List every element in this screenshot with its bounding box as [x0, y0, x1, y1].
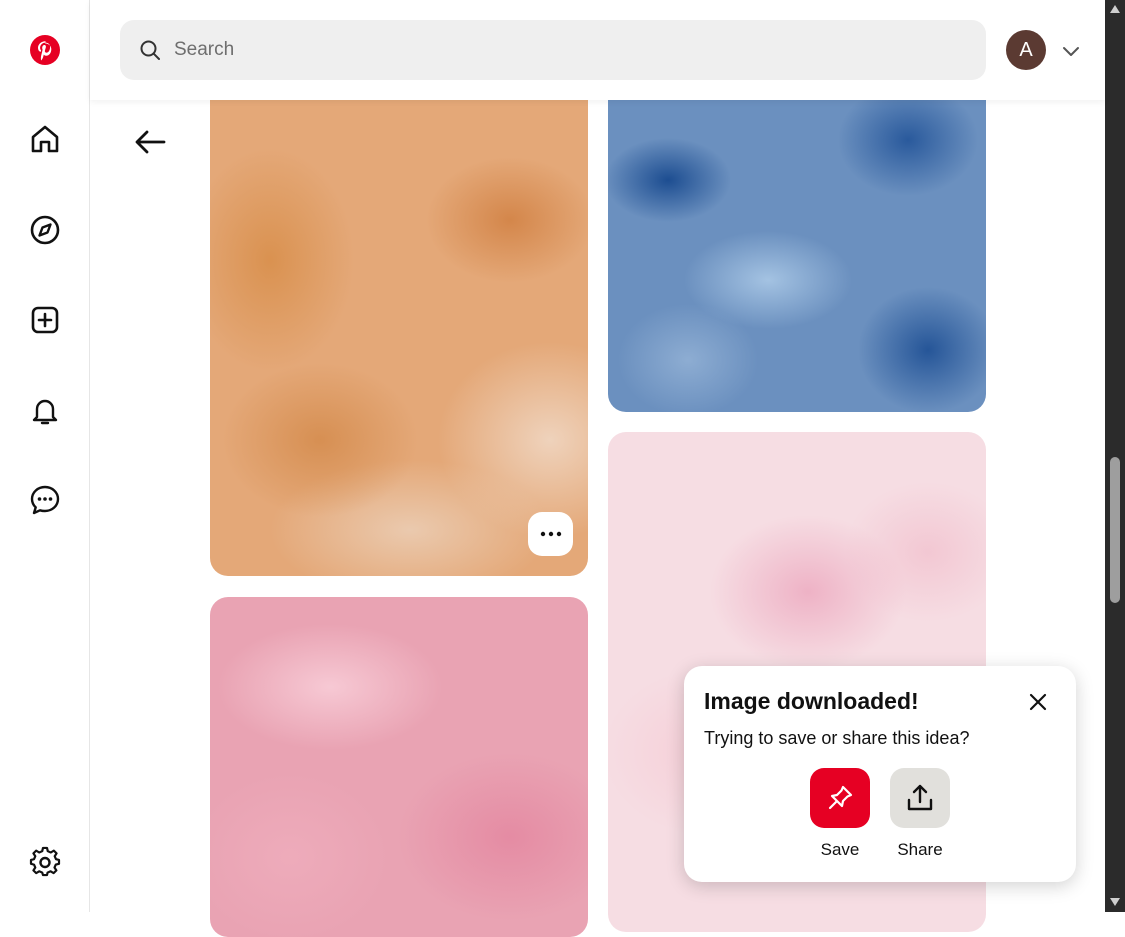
share-icon: [907, 784, 933, 811]
more-options-button[interactable]: [528, 512, 573, 556]
compass-icon: [30, 215, 60, 245]
back-arrow-icon[interactable]: [130, 122, 170, 162]
search-icon: [140, 40, 160, 60]
plus-square-icon: [31, 306, 59, 334]
toast-title: Image downloaded!: [704, 688, 919, 714]
save-label: Save: [820, 840, 860, 859]
search-input[interactable]: [172, 38, 956, 62]
share-button[interactable]: Share: [890, 768, 950, 860]
sidebar: [0, 0, 90, 912]
home-icon: [31, 125, 59, 153]
pinterest-logo[interactable]: [29, 34, 61, 66]
toast-message: Trying to save or share this idea?: [704, 728, 970, 748]
scroll-down-arrow-icon[interactable]: [1110, 897, 1120, 907]
chat-icon: [30, 485, 60, 515]
download-toast: Image downloaded! Trying to save or shar…: [684, 666, 1076, 882]
pushpin-icon: [828, 785, 853, 810]
sidebar-item-messages[interactable]: [20, 475, 70, 525]
bell-icon: [32, 399, 58, 425]
sidebar-item-explore[interactable]: [20, 205, 70, 255]
sidebar-item-create[interactable]: [20, 295, 70, 345]
sidebar-item-notifications[interactable]: [20, 385, 70, 435]
ellipsis-icon: [540, 531, 561, 537]
pin-image-pink-glitter[interactable]: [210, 597, 588, 937]
sidebar-item-home[interactable]: [20, 114, 70, 164]
pin-image-blue-marble[interactable]: [608, 60, 986, 412]
share-label: Share: [897, 840, 943, 859]
scrollbar-thumb[interactable]: [1110, 457, 1120, 603]
save-button[interactable]: Save: [810, 768, 870, 860]
close-icon[interactable]: [1026, 690, 1050, 714]
avatar-initial: A: [1019, 38, 1033, 61]
chevron-down-icon[interactable]: [1060, 40, 1082, 62]
search-bar[interactable]: [120, 20, 986, 80]
avatar[interactable]: A: [1006, 30, 1046, 70]
gear-icon: [29, 846, 61, 877]
pin-image-orange-watercolor[interactable]: [210, 60, 588, 576]
header-bar: A: [90, 0, 1105, 100]
sidebar-item-settings[interactable]: [20, 837, 70, 887]
scrollbar[interactable]: [1105, 0, 1125, 912]
scroll-up-arrow-icon[interactable]: [1110, 4, 1120, 14]
